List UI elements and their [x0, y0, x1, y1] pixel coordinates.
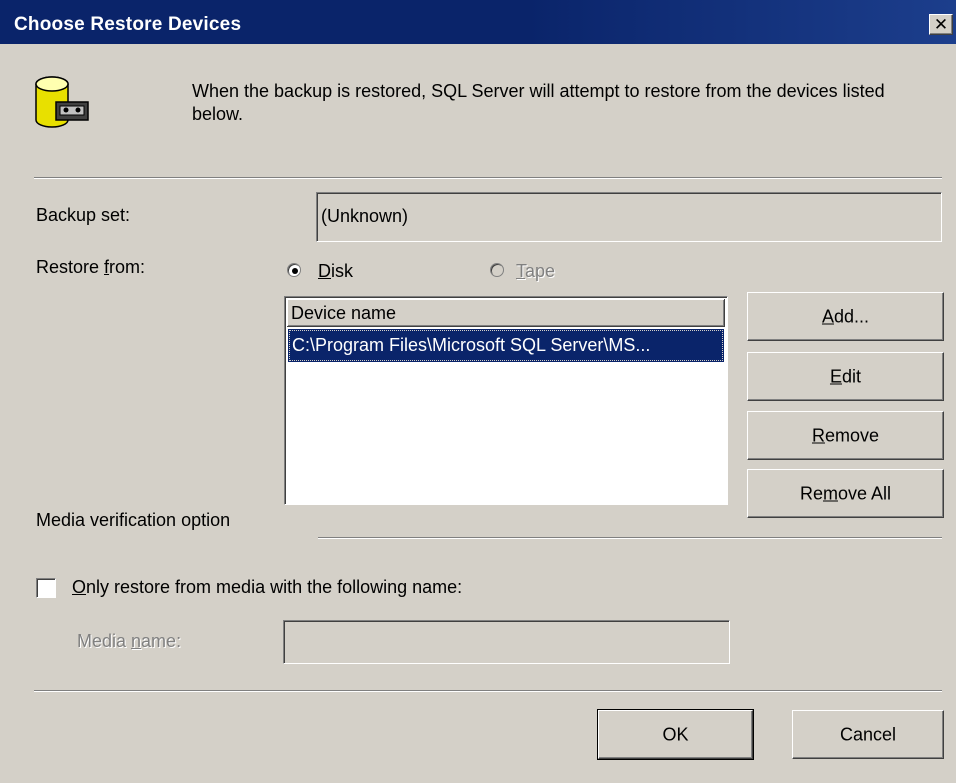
radio-tape-label: Tape — [516, 261, 556, 281]
title-bar[interactable]: Choose Restore Devices ✕ — [0, 0, 956, 44]
backup-set-label: Backup set: — [36, 205, 131, 225]
radio-selected-dot — [292, 268, 298, 274]
radio-disk[interactable]: Disk — [287, 261, 397, 283]
backup-set-field: (Unknown) — [316, 192, 942, 242]
database-tape-icon — [30, 70, 100, 136]
radio-tape[interactable]: Tape — [490, 261, 600, 283]
device-list-row[interactable]: C:\Program Files\Microsoft SQL Server\MS… — [288, 329, 724, 362]
ok-button[interactable]: OK — [597, 709, 754, 760]
edit-button[interactable]: Edit — [747, 352, 944, 401]
remove-button[interactable]: Remove — [747, 411, 944, 460]
radio-disk-label: Disk — [318, 261, 353, 281]
device-list[interactable]: Device name C:\Program Files\Microsoft S… — [284, 296, 728, 505]
device-name-column-header[interactable]: Device name — [287, 299, 725, 327]
only-restore-checkbox[interactable] — [36, 578, 56, 598]
add-button[interactable]: Add... — [747, 292, 944, 341]
radio-tape-button[interactable] — [490, 263, 504, 277]
separator-top — [34, 177, 942, 179]
close-button[interactable]: ✕ — [929, 14, 953, 35]
media-name-label: Media name: — [77, 631, 182, 651]
close-icon: ✕ — [933, 15, 949, 34]
remove-all-button[interactable]: Remove All — [747, 469, 944, 518]
restore-from-label: Restore from: — [36, 257, 146, 277]
backup-set-value: (Unknown) — [321, 206, 409, 226]
only-restore-label[interactable]: Only restore from media with the followi… — [72, 577, 462, 598]
media-name-field[interactable] — [283, 620, 730, 664]
media-verification-group-label: Media verification option — [36, 510, 231, 530]
separator-bottom — [34, 690, 942, 692]
separator-media — [318, 537, 942, 539]
intro-text: When the backup is restored, SQL Server … — [192, 81, 885, 124]
radio-disk-button[interactable] — [287, 263, 301, 277]
window-title: Choose Restore Devices — [14, 14, 242, 35]
cancel-button[interactable]: Cancel — [792, 710, 944, 759]
